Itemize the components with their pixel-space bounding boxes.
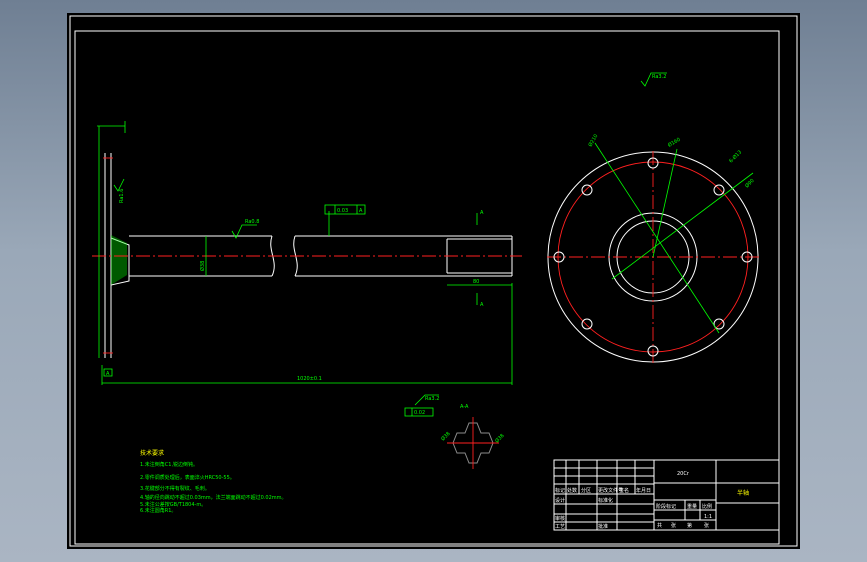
flange-hatch [111,235,127,285]
runout-tolerance: 0.03 [337,208,348,214]
tb-scale-label: 比例 [702,503,712,510]
spline-dim-left: Ø38 [439,430,451,442]
datum-label: A [106,371,110,377]
section-roughness: Ra3.2 [425,396,439,402]
shaft-view: 1020±0.1 Ø38 80 A A Ra0.8 Ra1.6 0.03 A A [92,121,522,385]
tb-sheet-no: 第 [687,522,692,529]
tb-label-date: 年月日 [636,487,651,494]
title-block: 标记 处数 分区 更改文件号 签名 年月日 设计 标准化 审核 工艺 批准 20… [553,459,780,531]
tb-material: 20Cr [677,471,690,477]
tb-weight: 重量 [687,503,697,510]
bolt-circle-diameter: Ø160 [667,136,682,149]
section-title: A-A [460,404,469,410]
tb-label-sign: 签名 [619,487,629,494]
tech-line-3: 3.花键部分不得有裂纹、毛刺。 [140,485,210,492]
tb-scale-value: 1:1 [704,514,712,520]
tb-approve: 批准 [598,523,608,530]
tb-stage: 阶段标记 [656,503,676,510]
tech-line-5: 5.未注公差按GB/T1804-m。 [140,501,206,508]
section-marker-top: A [480,210,484,216]
tb-label-mark: 标记 [555,487,565,494]
tb-standardization: 标准化 [598,497,613,504]
default-roughness: Ra3.2 [640,72,667,87]
section-marker-bottom: A [480,302,484,308]
diameter-dimension: Ø38 [199,261,206,271]
tb-sheet-unit2: 张 [704,522,709,529]
tb-process: 工艺 [555,524,565,530]
tb-label-zone: 分区 [581,487,591,494]
tech-line-1: 1.未注倒角C1,锐边倒钝。 [140,461,198,468]
spline-length-dimension: 80 [473,279,479,285]
shaft-roughness: Ra0.8 [245,219,259,225]
length-dimension: 1020±0.1 [297,376,322,382]
section-tolerance: 0.02 [414,410,425,416]
flange-roughness: Ra1.6 [119,189,125,203]
flange-end-view: Ø210 Ø160 6-Ø13 Ø90 [547,133,759,363]
tech-line-6: 6.未注圆角R1。 [140,507,176,514]
flange-diameter: Ø210 [587,133,600,148]
section-view: A-A 0.02 Ra3.2 Ø38 Ø38 [404,394,506,469]
tb-sheet-unit: 张 [671,522,676,529]
tb-label-count: 处数 [567,487,577,494]
tb-review: 审核 [555,515,565,522]
tb-design: 设计 [555,497,565,504]
tb-sheet-total: 共 [657,522,662,529]
cad-drawing: 1020±0.1 Ø38 80 A A Ra0.8 Ra1.6 0.03 A A… [69,15,798,547]
tech-line-4: 4.轴的径向跳动不超过0.03mm，法兰端面跳动不超过0.02mm。 [140,494,287,501]
default-roughness-value: Ra3.2 [652,74,666,80]
tech-requirements: 技术要求 1.未注倒角C1,锐边倒钝。 2.零件调质处理后，表面淬火HRC50-… [140,449,287,514]
tech-heading: 技术要求 [140,449,164,457]
runout-datum: A [359,208,363,214]
tb-part-name: 半轴 [737,489,749,497]
drawing-sheet: 1020±0.1 Ø38 80 A A Ra0.8 Ra1.6 0.03 A A… [67,13,800,549]
spline-dim-right: Ø38 [493,432,505,444]
tech-line-2: 2.零件调质处理后，表面淬火HRC50-55。 [140,474,235,481]
bolt-holes-label: 6-Ø13 [727,149,743,165]
